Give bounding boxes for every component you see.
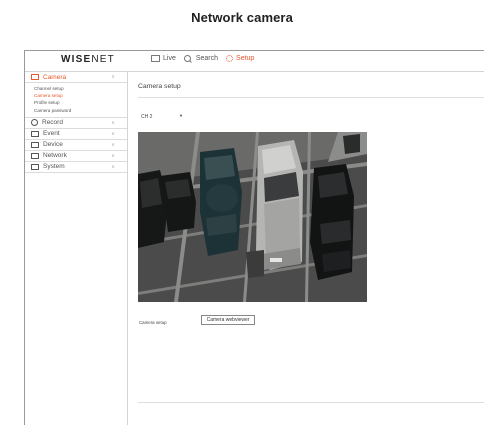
chevron-up-icon: ∧ <box>111 163 115 170</box>
submenu-camera-setup[interactable]: Camera setup <box>34 92 127 99</box>
camera-webviewer-button[interactable]: Camera webviewer <box>201 315 255 325</box>
channel-select-value: CH 2 <box>141 113 153 120</box>
camera-submenu: Channel setup Camera setup Profile setup… <box>25 83 127 118</box>
submenu-profile-setup[interactable]: Profile setup <box>34 99 127 106</box>
sidebar-item-camera-label: Camera <box>43 73 67 81</box>
submenu-camera-password[interactable]: Camera password <box>34 107 127 114</box>
logo-text-light: NET <box>91 54 115 65</box>
search-icon <box>183 55 191 62</box>
device-icon <box>31 141 39 148</box>
divider <box>138 402 484 403</box>
system-icon <box>31 163 39 170</box>
sidebar: Camera ∨ Channel setup Camera setup Prof… <box>25 72 128 425</box>
sidebar-item-device-label: Device <box>43 141 63 149</box>
wisenet-logo: WISENET <box>61 54 115 65</box>
dropdown-arrow-icon: ▼ <box>179 113 183 118</box>
camera-setup-label: Camera setup <box>139 320 167 325</box>
sidebar-item-network[interactable]: Network ∧ <box>25 151 127 162</box>
camera-video-preview <box>138 132 367 302</box>
gear-icon <box>226 55 234 62</box>
nav-setup[interactable]: Setup <box>226 55 254 62</box>
app-window: WISENET Live Search Setup Camera ∨ Chann… <box>24 50 484 425</box>
nav-live-label: Live <box>163 55 176 62</box>
chevron-up-icon: ∧ <box>111 141 115 148</box>
sidebar-item-record-label: Record <box>42 119 63 127</box>
record-icon <box>31 119 38 127</box>
parking-lot-image <box>138 132 367 302</box>
nav-search-label: Search <box>195 55 219 62</box>
page-title: Camera setup <box>138 83 181 90</box>
nav-search[interactable]: Search <box>183 55 219 62</box>
sidebar-item-event-label: Event <box>43 130 60 138</box>
nav-setup-label: Setup <box>236 55 255 62</box>
top-bar: WISENET Live Search Setup <box>25 51 484 72</box>
sidebar-item-device[interactable]: Device ∧ <box>25 140 127 151</box>
chevron-up-icon: ∧ <box>111 152 115 159</box>
nav-live[interactable]: Live <box>151 55 176 62</box>
network-icon <box>31 152 39 159</box>
sidebar-item-system-label: System <box>43 163 65 171</box>
document-title: Network camera <box>191 10 293 25</box>
camera-icon <box>31 74 39 80</box>
divider <box>138 97 484 98</box>
chevron-down-icon: ∨ <box>111 74 115 80</box>
sidebar-item-camera[interactable]: Camera ∨ <box>25 72 127 83</box>
chevron-up-icon: ∧ <box>111 130 115 137</box>
channel-select[interactable]: CH 2 ▼ <box>141 113 183 120</box>
sidebar-item-record[interactable]: Record ∧ <box>25 118 127 129</box>
logo-text-bold: WISE <box>61 54 92 65</box>
main-panel: Camera setup CH 2 ▼ Camera setup Camera … <box>128 72 484 425</box>
sidebar-item-event[interactable]: Event ∧ <box>25 129 127 140</box>
sidebar-item-network-label: Network <box>43 152 67 160</box>
monitor-icon <box>151 55 160 62</box>
submenu-channel-setup[interactable]: Channel setup <box>34 85 127 92</box>
chevron-up-icon: ∧ <box>111 119 115 126</box>
sidebar-item-system[interactable]: System ∧ <box>25 162 127 173</box>
event-icon <box>31 130 39 137</box>
top-nav: Live Search Setup <box>151 55 254 62</box>
